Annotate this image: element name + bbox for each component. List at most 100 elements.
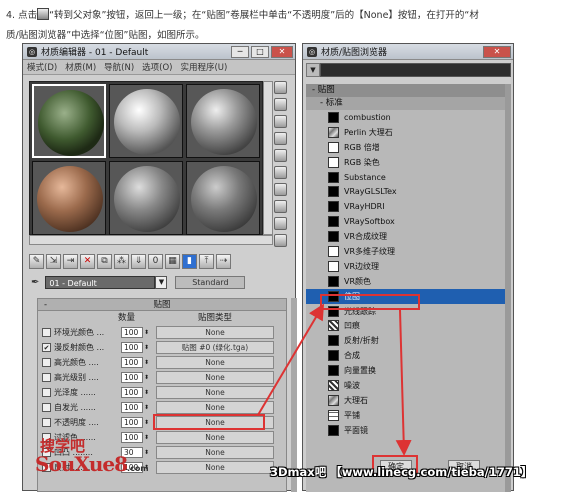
material-type-button[interactable]: Standard bbox=[175, 275, 246, 289]
browser-item[interactable]: 大理石 bbox=[306, 393, 511, 408]
video-check-icon[interactable] bbox=[274, 149, 287, 162]
map-amount-field[interactable]: 100 bbox=[121, 402, 143, 413]
assign-material-icon[interactable]: ⇥ bbox=[63, 253, 78, 269]
material-name-field[interactable]: 01 - Default bbox=[45, 275, 156, 289]
browser-item[interactable]: 合成 bbox=[306, 348, 511, 363]
go-forward-sibling-icon[interactable]: ⇢ bbox=[216, 253, 231, 269]
sample-slot-6[interactable] bbox=[186, 161, 260, 235]
background-icon[interactable] bbox=[274, 115, 287, 128]
browser-item[interactable]: 向量置换 bbox=[306, 363, 511, 378]
browser-close-button[interactable]: ✕ bbox=[483, 46, 511, 58]
map-enable-checkbox[interactable] bbox=[42, 403, 51, 412]
menu-material[interactable]: 材质(M) bbox=[65, 61, 96, 73]
map-slot-button[interactable]: None bbox=[156, 371, 274, 384]
map-amount-field[interactable]: 100 bbox=[121, 432, 143, 443]
show-end-result-icon[interactable]: ▮ bbox=[182, 253, 197, 269]
options-icon[interactable] bbox=[274, 183, 287, 196]
map-amount-field[interactable]: 100 bbox=[121, 327, 143, 338]
put-to-library-icon[interactable]: ⇓ bbox=[131, 253, 146, 269]
map-enable-checkbox[interactable] bbox=[42, 328, 51, 337]
browser-item[interactable]: VRaySoftbox bbox=[306, 214, 511, 229]
amount-spinner-icon[interactable]: ⬍ bbox=[144, 342, 152, 353]
material-id-icon[interactable] bbox=[274, 217, 287, 230]
browser-item[interactable]: 噪波 bbox=[306, 378, 511, 393]
map-slot-button[interactable]: None bbox=[156, 446, 274, 459]
preview-icon[interactable] bbox=[274, 166, 287, 179]
close-button[interactable]: ✕ bbox=[271, 46, 293, 58]
browser-scrollbar[interactable] bbox=[505, 84, 511, 492]
uv-tiling-icon[interactable] bbox=[274, 132, 287, 145]
sample-slot-3[interactable] bbox=[186, 84, 260, 158]
amount-spinner-icon[interactable]: ⬍ bbox=[144, 372, 152, 383]
minimize-button[interactable]: ─ bbox=[231, 46, 249, 58]
browser-item[interactable]: VRayHDRI bbox=[306, 199, 511, 214]
browser-item[interactable]: Perlin 大理石 bbox=[306, 125, 511, 140]
sample-slot-5[interactable] bbox=[109, 161, 183, 235]
browser-item[interactable]: 平铺 bbox=[306, 408, 511, 423]
maps-rollout-header[interactable]: - 贴图 bbox=[38, 299, 286, 311]
material-dropdown-arrow[interactable]: ▼ bbox=[155, 275, 168, 289]
eyedropper-icon[interactable]: ✒ bbox=[31, 277, 39, 288]
sample-slot-1[interactable] bbox=[32, 84, 106, 158]
get-material-icon[interactable]: ✎ bbox=[29, 253, 44, 269]
sample-slot-4[interactable] bbox=[32, 161, 106, 235]
reset-icon[interactable]: ✕ bbox=[80, 253, 95, 269]
put-to-scene-icon[interactable]: ⇲ bbox=[46, 253, 61, 269]
map-amount-field[interactable]: 100 bbox=[121, 372, 143, 383]
browser-item[interactable]: 平面镜 bbox=[306, 423, 511, 438]
amount-spinner-icon[interactable]: ⬍ bbox=[144, 417, 152, 428]
map-amount-field[interactable]: 100 bbox=[121, 387, 143, 398]
map-slot-button[interactable]: None bbox=[156, 461, 274, 474]
menu-options[interactable]: 选项(O) bbox=[142, 61, 172, 73]
browser-item[interactable]: combustion bbox=[306, 110, 511, 125]
browser-search-input[interactable] bbox=[320, 63, 511, 77]
map-enable-checkbox[interactable] bbox=[42, 388, 51, 397]
slots-horizontal-scrollbar[interactable] bbox=[29, 235, 273, 245]
standard-subgroup-header[interactable]: - 标准 bbox=[306, 97, 511, 110]
browser-titlebar[interactable]: ◎ 材质/贴图浏览器 ✕ bbox=[303, 44, 513, 60]
sample-type-icon[interactable] bbox=[274, 81, 287, 94]
browser-options-icon[interactable]: ▼ bbox=[306, 63, 320, 77]
amount-spinner-icon[interactable]: ⬍ bbox=[144, 432, 152, 443]
navigator-icon[interactable] bbox=[274, 234, 287, 247]
browser-item[interactable]: VRayGLSLTex bbox=[306, 184, 511, 199]
map-slot-button[interactable]: None bbox=[156, 386, 274, 399]
browser-item[interactable]: VR合成纹理 bbox=[306, 229, 511, 244]
map-amount-field[interactable]: 100 bbox=[121, 417, 143, 428]
slots-vertical-scrollbar[interactable] bbox=[263, 81, 273, 235]
amount-spinner-icon[interactable]: ⬍ bbox=[144, 357, 152, 368]
menu-utilities[interactable]: 实用程序(U) bbox=[180, 61, 227, 73]
make-unique-icon[interactable]: ⁂ bbox=[114, 253, 129, 269]
amount-spinner-icon[interactable]: ⬍ bbox=[144, 327, 152, 338]
browser-item[interactable]: VR边纹理 bbox=[306, 259, 511, 274]
amount-spinner-icon[interactable]: ⬍ bbox=[144, 387, 152, 398]
map-slot-button[interactable]: None bbox=[156, 356, 274, 369]
show-map-icon[interactable]: ▦ bbox=[165, 253, 180, 269]
browser-item[interactable]: VR颜色 bbox=[306, 274, 511, 289]
material-editor-titlebar[interactable]: ◎ 材质编辑器 - 01 - Default ─ □ ✕ bbox=[23, 44, 295, 60]
map-slot-button[interactable]: None bbox=[156, 326, 274, 339]
browser-item[interactable]: 凹痕 bbox=[306, 318, 511, 333]
go-to-parent-button[interactable]: ⤒ bbox=[199, 253, 214, 269]
menu-navigation[interactable]: 导航(N) bbox=[104, 61, 134, 73]
map-slot-button[interactable]: 贴图 #0 (绿化.tga) bbox=[156, 341, 274, 354]
map-slot-button[interactable]: None bbox=[156, 401, 274, 414]
browser-item[interactable]: RGB 倍增 bbox=[306, 140, 511, 155]
copy-material-icon[interactable]: ⧉ bbox=[97, 253, 112, 269]
map-enable-checkbox[interactable]: ✔ bbox=[42, 343, 51, 352]
map-amount-field[interactable]: 100 bbox=[121, 357, 143, 368]
backlight-icon[interactable] bbox=[274, 98, 287, 111]
map-enable-checkbox[interactable] bbox=[42, 358, 51, 367]
rollout-scrollbar[interactable] bbox=[291, 298, 297, 492]
browser-item[interactable]: VR多维子纹理 bbox=[306, 244, 511, 259]
browser-item[interactable]: Substance bbox=[306, 170, 511, 185]
browser-item[interactable]: 反射/折射 bbox=[306, 333, 511, 348]
select-by-material-icon[interactable] bbox=[274, 200, 287, 213]
map-enable-checkbox[interactable] bbox=[42, 418, 51, 427]
amount-spinner-icon[interactable]: ⬍ bbox=[144, 402, 152, 413]
maximize-button[interactable]: □ bbox=[251, 46, 269, 58]
browser-item[interactable]: RGB 染色 bbox=[306, 155, 511, 170]
map-slot-button[interactable]: None bbox=[156, 431, 274, 444]
menu-mode[interactable]: 模式(D) bbox=[27, 61, 57, 73]
sample-slot-2[interactable] bbox=[109, 84, 183, 158]
